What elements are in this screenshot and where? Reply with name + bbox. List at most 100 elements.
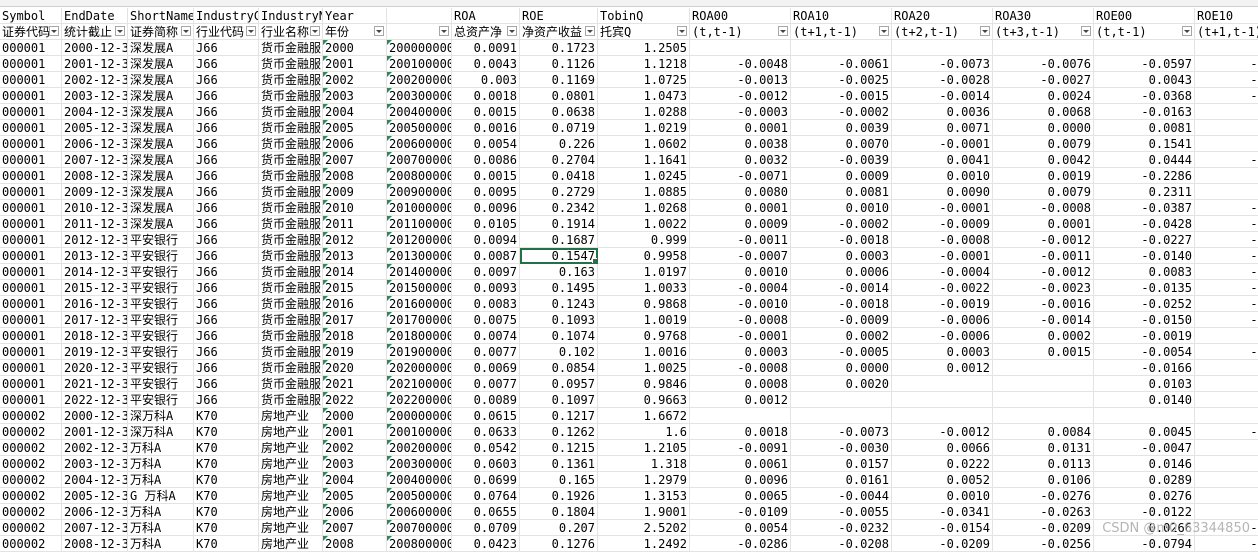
cell-symbol[interactable]: 000001 (0, 72, 62, 88)
cell-year[interactable]: 2005 (323, 120, 387, 136)
cell-symbol[interactable]: 000001 (0, 136, 62, 152)
header-field-shortname[interactable]: ShortName (128, 8, 194, 24)
cell-roe00[interactable]: 0.0043 (1094, 72, 1195, 88)
cell-roa30[interactable]: 0.0015 (993, 344, 1094, 360)
cell-industryn[interactable]: 货币金融服 (259, 280, 323, 296)
cell-roa[interactable]: 0.0709 (452, 520, 520, 536)
cell-tobinq[interactable]: 1.0473 (598, 88, 690, 104)
cell-year[interactable]: 2000 (323, 40, 387, 56)
cell-roa10[interactable] (791, 408, 892, 424)
cell-code[interactable]: 201200000 (387, 232, 452, 248)
filter-dropdown-icon[interactable] (49, 26, 59, 36)
cell-roe[interactable]: 0.1262 (520, 424, 598, 440)
cell-roa10[interactable]: -0.0005 (791, 344, 892, 360)
cell-roe[interactable]: 0.0719 (520, 120, 598, 136)
cell-roa30[interactable] (993, 392, 1094, 408)
cell-roe10[interactable]: -0. (1195, 536, 1258, 552)
cell-shortname[interactable]: 深发展A (128, 40, 194, 56)
cell-shortname[interactable]: 深发展A (128, 72, 194, 88)
cell-roa30[interactable]: 0.0042 (993, 152, 1094, 168)
cell-roa20[interactable]: 0.0052 (892, 472, 993, 488)
cell-symbol[interactable]: 000001 (0, 344, 62, 360)
cell-roe00[interactable]: -0.2286 (1094, 168, 1195, 184)
cell-roe10[interactable]: -0. (1195, 280, 1258, 296)
cell-roe[interactable]: 0.1723 (520, 40, 598, 56)
cell-code[interactable]: 200900000 (387, 184, 452, 200)
cell-enddate[interactable]: 2013-12-3 (62, 248, 128, 264)
cell-symbol[interactable]: 000001 (0, 216, 62, 232)
cell-roe10[interactable]: -0. (1195, 296, 1258, 312)
cell-year[interactable]: 2010 (323, 200, 387, 216)
cell-enddate[interactable]: 2011-12-3 (62, 216, 128, 232)
cell-industryc[interactable]: K70 (194, 424, 259, 440)
cell-industryn[interactable]: 货币金融服 (259, 312, 323, 328)
filter-dropdown-icon[interactable] (1182, 26, 1192, 36)
cell-roa10[interactable]: 0.0010 (791, 200, 892, 216)
cell-roe[interactable]: 0.2704 (520, 152, 598, 168)
cell-industryc[interactable]: J66 (194, 264, 259, 280)
cell-roe10[interactable]: -0. (1195, 264, 1258, 280)
cell-roa30[interactable] (993, 360, 1094, 376)
cell-industryn[interactable]: 货币金融服 (259, 200, 323, 216)
cell-shortname[interactable]: 深发展A (128, 120, 194, 136)
cell-shortname[interactable]: 深万科A (128, 408, 194, 424)
cell-symbol[interactable]: 000002 (0, 536, 62, 552)
cell-roa20[interactable]: -0.0004 (892, 264, 993, 280)
cell-roa20[interactable]: 0.0041 (892, 152, 993, 168)
filter-dropdown-icon[interactable] (677, 26, 687, 36)
header-field-roe00[interactable]: ROE00 (1094, 8, 1195, 24)
cell-shortname[interactable]: 平安银行 (128, 360, 194, 376)
cell-code[interactable]: 200500000 (387, 488, 452, 504)
cell-industryn[interactable]: 房地产业 (259, 504, 323, 520)
cell-roa[interactable]: 0.0603 (452, 456, 520, 472)
cell-industryc[interactable]: J66 (194, 168, 259, 184)
cell-symbol[interactable]: 000001 (0, 152, 62, 168)
cell-year[interactable]: 2017 (323, 312, 387, 328)
cell-roe[interactable]: 0.1169 (520, 72, 598, 88)
cell-shortname[interactable]: 深发展A (128, 56, 194, 72)
cell-symbol[interactable]: 000001 (0, 376, 62, 392)
header-label-roa20[interactable]: (t+2,t-1) (892, 24, 993, 40)
cell-code[interactable]: 200200000 (387, 440, 452, 456)
cell-year[interactable]: 2016 (323, 296, 387, 312)
cell-industryc[interactable]: J66 (194, 56, 259, 72)
cell-industryn[interactable]: 房地产业 (259, 472, 323, 488)
cell-roe00[interactable]: 0.0045 (1094, 424, 1195, 440)
cell-roa[interactable]: 0.0075 (452, 312, 520, 328)
filter-dropdown-icon[interactable] (310, 26, 320, 36)
cell-roe10[interactable]: 0. (1195, 456, 1258, 472)
cell-tobinq[interactable]: 1.9001 (598, 504, 690, 520)
cell-roa30[interactable]: -0.0209 (993, 520, 1094, 536)
cell-roa30[interactable]: 0.0084 (993, 424, 1094, 440)
cell-roe00[interactable]: -0.0597 (1094, 56, 1195, 72)
cell-roa00[interactable]: -0.0010 (690, 296, 791, 312)
cell-roe[interactable]: 0.1217 (520, 408, 598, 424)
cell-roe00[interactable]: 0.0276 (1094, 488, 1195, 504)
cell-industryn[interactable]: 货币金融服 (259, 248, 323, 264)
cell-enddate[interactable]: 2014-12-3 (62, 264, 128, 280)
cell-roe[interactable]: 0.102 (520, 344, 598, 360)
cell-industryn[interactable]: 货币金融服 (259, 376, 323, 392)
cell-roa10[interactable]: 0.0020 (791, 376, 892, 392)
cell-industryc[interactable]: J66 (194, 328, 259, 344)
cell-roe00[interactable]: -0.0387 (1094, 200, 1195, 216)
cell-roe00[interactable]: -0.0368 (1094, 88, 1195, 104)
cell-roa00[interactable]: -0.0286 (690, 536, 791, 552)
cell-year[interactable]: 2018 (323, 328, 387, 344)
cell-enddate[interactable]: 2002-12-3 (62, 440, 128, 456)
cell-roa20[interactable]: -0.0009 (892, 216, 993, 232)
cell-enddate[interactable]: 2008-12-3 (62, 168, 128, 184)
header-field-symbol[interactable]: Symbol (0, 8, 62, 24)
cell-roa10[interactable]: -0.0039 (791, 152, 892, 168)
cell-roa10[interactable]: -0.0014 (791, 280, 892, 296)
cell-roe10[interactable]: -0. (1195, 56, 1258, 72)
cell-roe[interactable]: 0.1093 (520, 312, 598, 328)
cell-shortname[interactable]: 万科A (128, 456, 194, 472)
cell-roe00[interactable] (1094, 408, 1195, 424)
cell-roa00[interactable]: 0.0032 (690, 152, 791, 168)
cell-shortname[interactable]: 平安银行 (128, 376, 194, 392)
cell-roe[interactable]: 0.226 (520, 136, 598, 152)
cell-industryn[interactable]: 货币金融服 (259, 232, 323, 248)
cell-code[interactable]: 201400000 (387, 264, 452, 280)
cell-tobinq[interactable]: 1.0022 (598, 216, 690, 232)
